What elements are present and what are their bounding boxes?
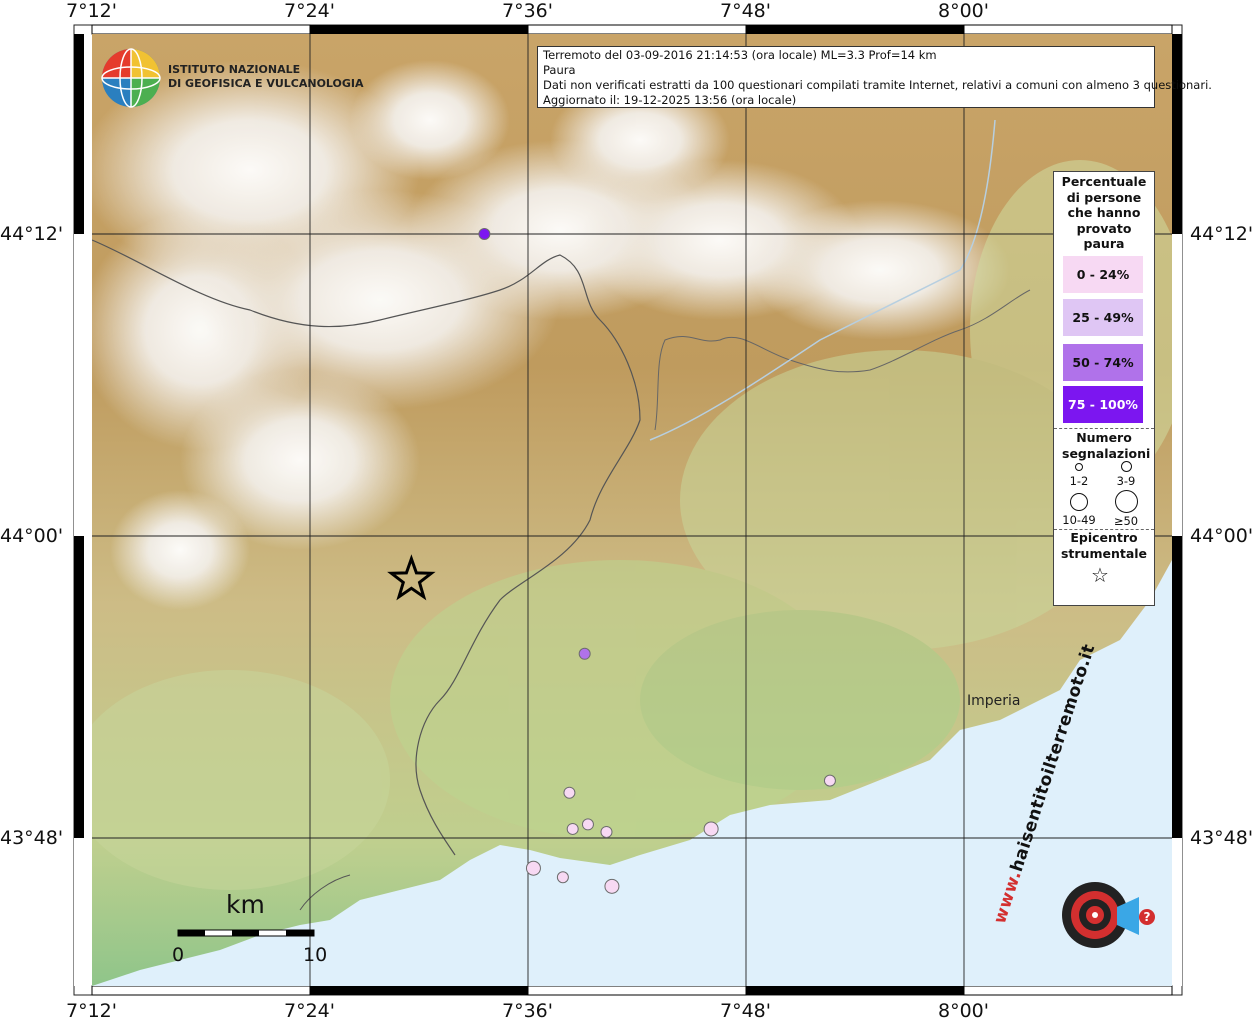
event-info-line4: Aggiornato il: 19-12-2025 13:56 (ora loc… — [543, 93, 797, 107]
lon-label-top-3: 7°36' — [502, 0, 553, 22]
legend-class-0: 0 - 24% — [1063, 256, 1143, 293]
lon-label-bottom-5: 8°00' — [938, 1000, 989, 1022]
scale-bar-start: 0 — [172, 944, 185, 966]
count-label-1-2: 1-2 — [1069, 474, 1089, 488]
count-circle-small-icon — [1075, 463, 1083, 471]
observation-point — [566, 822, 579, 835]
lat-label-right-1: 44°12' — [1190, 223, 1254, 245]
observation-point — [600, 825, 613, 838]
svg-text:?: ? — [1144, 910, 1151, 924]
count-label-50: ≥50 — [1113, 514, 1139, 528]
event-info-line3: Dati non verificati estratti da 100 ques… — [543, 78, 1212, 92]
count-circle-medium-icon — [1121, 461, 1132, 472]
legend-divider-1 — [1054, 428, 1154, 429]
place-label-imperia: Imperia — [967, 693, 1021, 709]
lon-label-top-1: 7°12' — [66, 0, 117, 22]
legend-class-2: 50 - 74% — [1063, 344, 1143, 381]
count-circle-xlarge-icon — [1115, 490, 1138, 513]
lon-label-bottom-2: 7°24' — [284, 1000, 335, 1022]
count-label-3-9: 3-9 — [1116, 474, 1136, 488]
lat-label-left-3: 43°48' — [0, 827, 64, 849]
globe-icon — [101, 48, 161, 108]
lat-label-left-1: 44°12' — [0, 223, 64, 245]
institute-name-line2: DI GEOFISICA E VULCANOLOGIA — [168, 77, 364, 90]
scale-bar-end: 10 — [303, 944, 328, 966]
scale-bar-unit: km — [226, 890, 265, 919]
observation-point — [703, 821, 719, 837]
scale-bar — [177, 929, 315, 937]
star-icon: ☆ — [1091, 563, 1109, 587]
legend-epicenter-title: Epicentro strumentale — [1060, 530, 1148, 561]
lon-label-top-2: 7°24' — [284, 0, 335, 22]
observation-point — [563, 786, 576, 799]
lon-label-top-4: 7°48' — [720, 0, 771, 22]
count-circle-large-icon — [1070, 493, 1088, 511]
lon-label-bottom-3: 7°36' — [502, 1000, 553, 1022]
legend-class-3: 75 - 100% — [1063, 386, 1143, 423]
lat-label-right-3: 43°48' — [1190, 827, 1254, 849]
lon-label-bottom-1: 7°12' — [66, 1000, 117, 1022]
observation-point — [478, 228, 491, 240]
observation-point — [823, 774, 836, 787]
count-label-10-49: 10-49 — [1062, 513, 1096, 527]
observation-point — [578, 647, 591, 660]
lon-label-bottom-4: 7°48' — [720, 1000, 771, 1022]
observation-point — [556, 871, 569, 884]
lat-label-left-2: 44°00' — [0, 525, 64, 547]
observation-point — [525, 860, 541, 876]
lon-label-top-5: 8°00' — [938, 0, 989, 22]
legend-title: Percentuale di persone che hanno provato… — [1061, 174, 1147, 252]
lat-label-right-2: 44°00' — [1190, 525, 1254, 547]
institute-name-line1: ISTITUTO NAZIONALE — [168, 63, 301, 76]
observation-point — [581, 818, 594, 831]
observation-point — [604, 878, 620, 894]
event-info-line1: Terremoto del 03-09-2016 21:14:53 (ora l… — [543, 48, 937, 62]
legend-panel: Percentuale di persone che hanno provato… — [1053, 171, 1155, 606]
institute-name: ISTITUTO NAZIONALE DI GEOFISICA E VULCAN… — [168, 63, 364, 91]
legend-class-1: 25 - 49% — [1063, 299, 1143, 336]
event-info-box: Terremoto del 03-09-2016 21:14:53 (ora l… — [537, 46, 1212, 108]
event-info-line2: Paura — [543, 63, 576, 77]
legend-count-title: Numero segnalazioni — [1062, 430, 1151, 461]
